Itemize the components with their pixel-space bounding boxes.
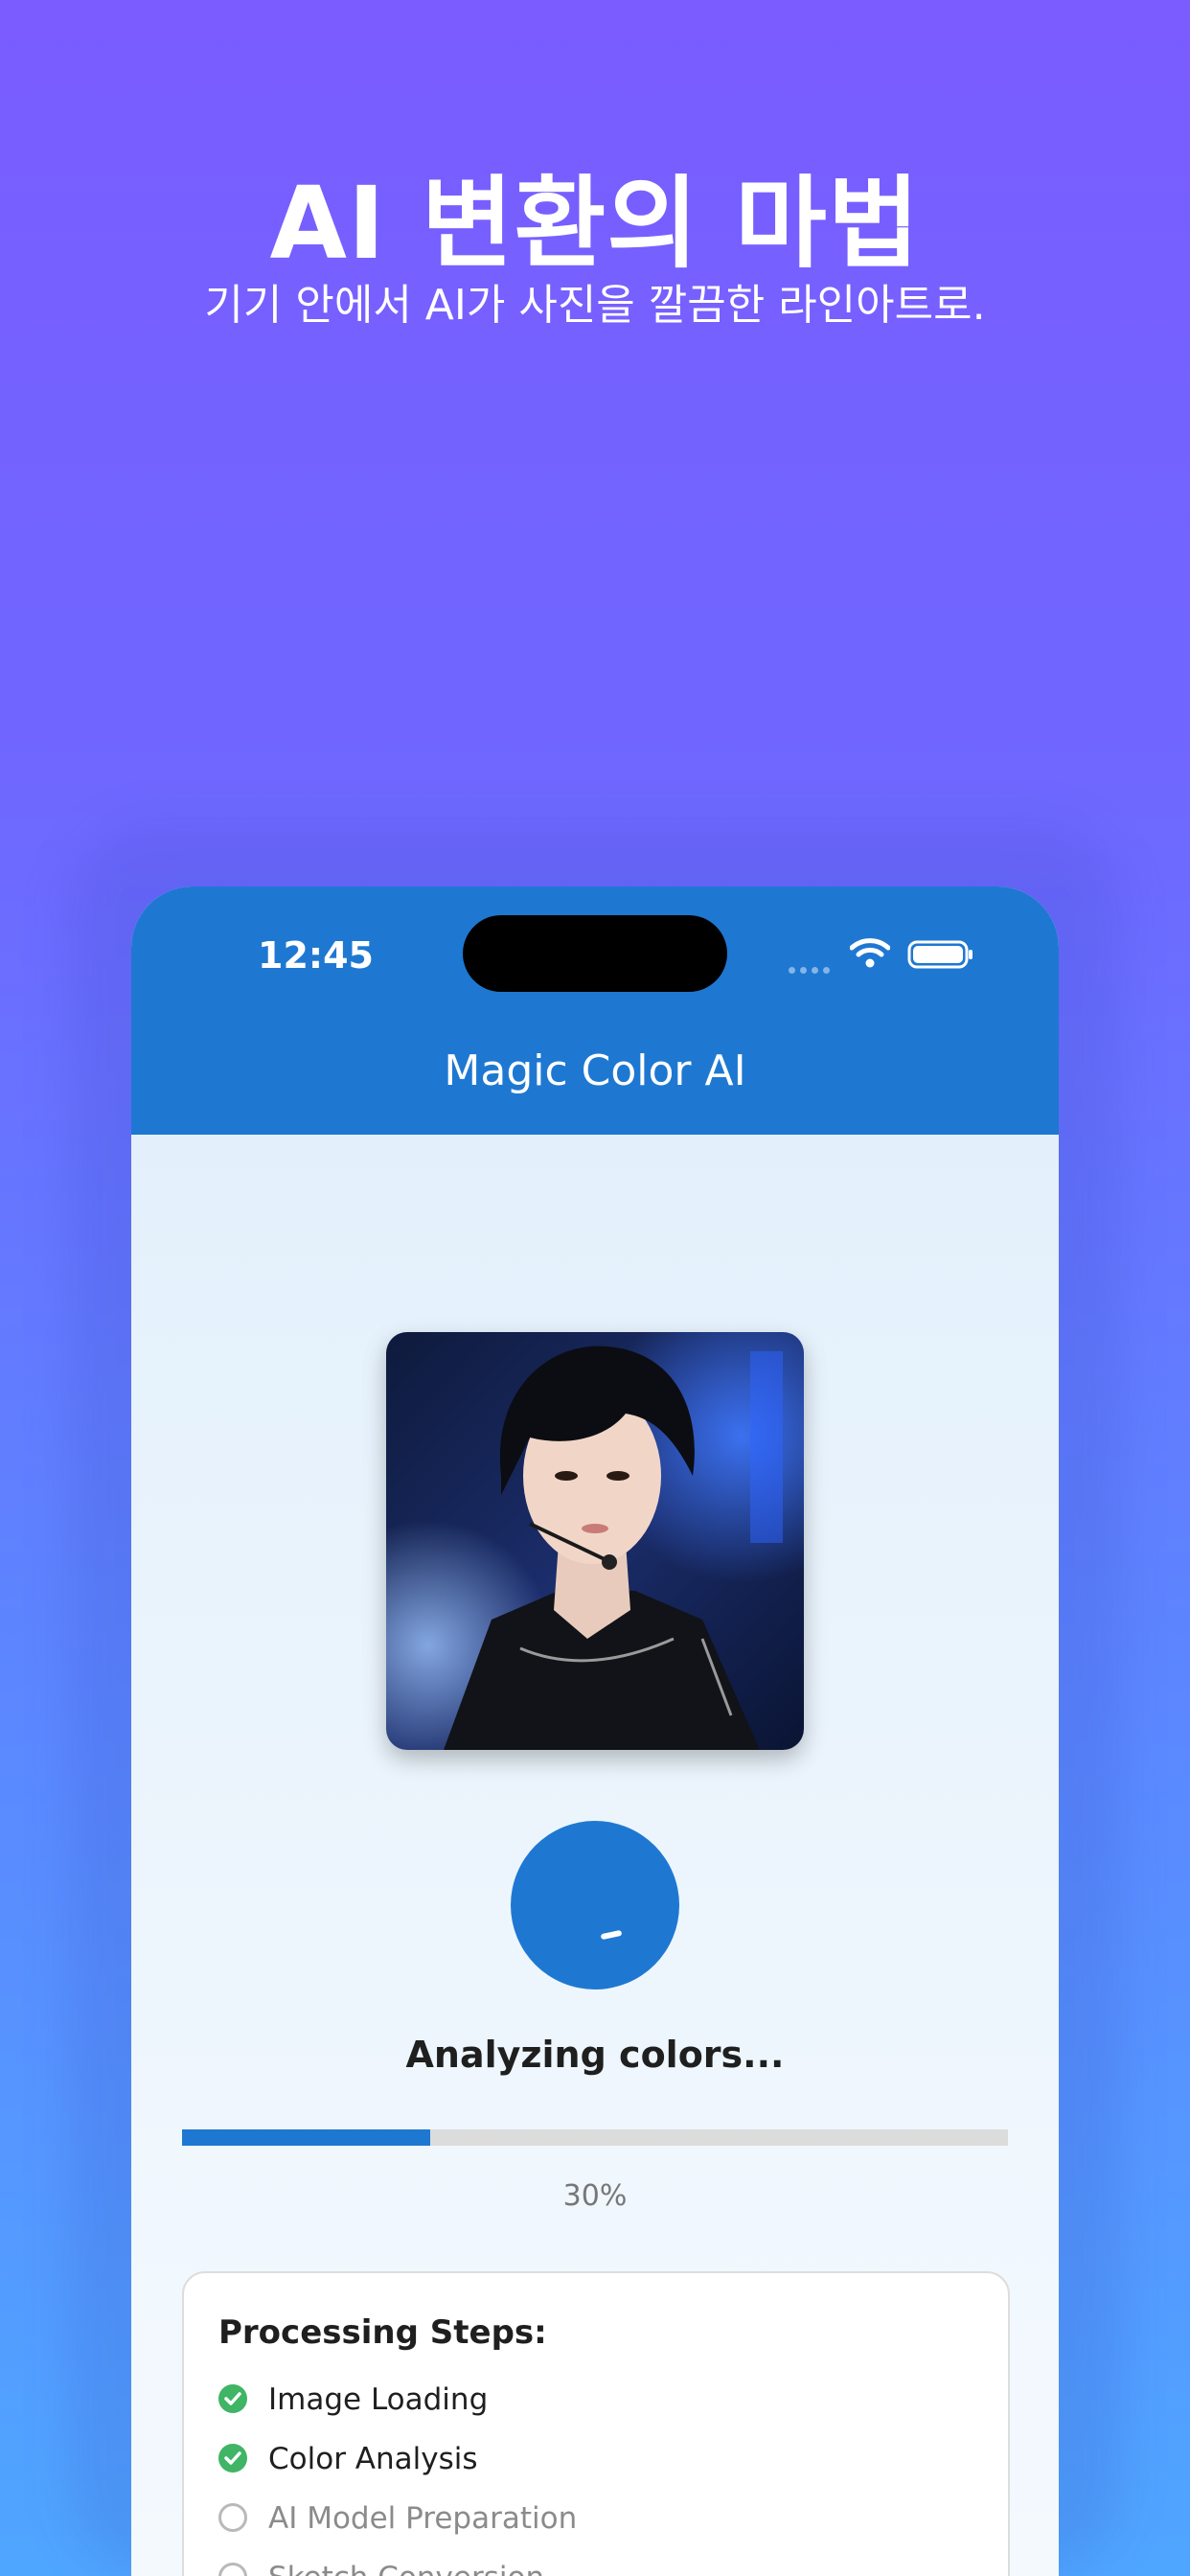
wifi-icon <box>850 938 890 968</box>
check-circle-icon <box>218 2444 247 2472</box>
app-header: Magic Color AI <box>131 1006 1059 1135</box>
progress-bar <box>182 2129 1008 2146</box>
portrait-photo-image <box>386 1332 804 1750</box>
dynamic-island <box>463 915 727 992</box>
battery-icon <box>907 940 973 969</box>
empty-circle-icon <box>218 2503 247 2532</box>
step-label: Sketch Conversion <box>268 2561 544 2576</box>
status-bar: 12:45 <box>131 886 1059 1006</box>
loading-spinner <box>511 1821 679 1990</box>
progress-bar-fill <box>182 2129 430 2146</box>
step-label: Color Analysis <box>268 2442 478 2476</box>
spinner-indicator <box>600 1929 623 1941</box>
app-title: Magic Color AI <box>444 1046 746 1095</box>
processing-steps-card: Processing Steps: Image Loading Color An… <box>182 2271 1010 2576</box>
step-label: Image Loading <box>268 2382 489 2417</box>
status-time: 12:45 <box>258 934 374 977</box>
phone-frame: 12:45 Magic Color AI Analyzing colors...… <box>131 886 1059 2576</box>
signal-icon <box>789 959 836 974</box>
processing-steps-title: Processing Steps: <box>218 2313 547 2352</box>
empty-circle-icon <box>218 2563 247 2576</box>
promo-title: AI 변환의 마법 <box>269 165 921 282</box>
promo-subtitle: 기기 안에서 AI가 사진을 깔끔한 라인아트로. <box>204 281 986 330</box>
check-circle-icon <box>218 2384 247 2413</box>
progress-percent-label: 30% <box>562 2179 628 2213</box>
step-label: AI Model Preparation <box>268 2501 578 2536</box>
processing-screen: Analyzing colors... 30% Processing Steps… <box>131 1135 1059 2576</box>
source-photo <box>386 1332 804 1750</box>
processing-status-text: Analyzing colors... <box>405 2034 785 2076</box>
